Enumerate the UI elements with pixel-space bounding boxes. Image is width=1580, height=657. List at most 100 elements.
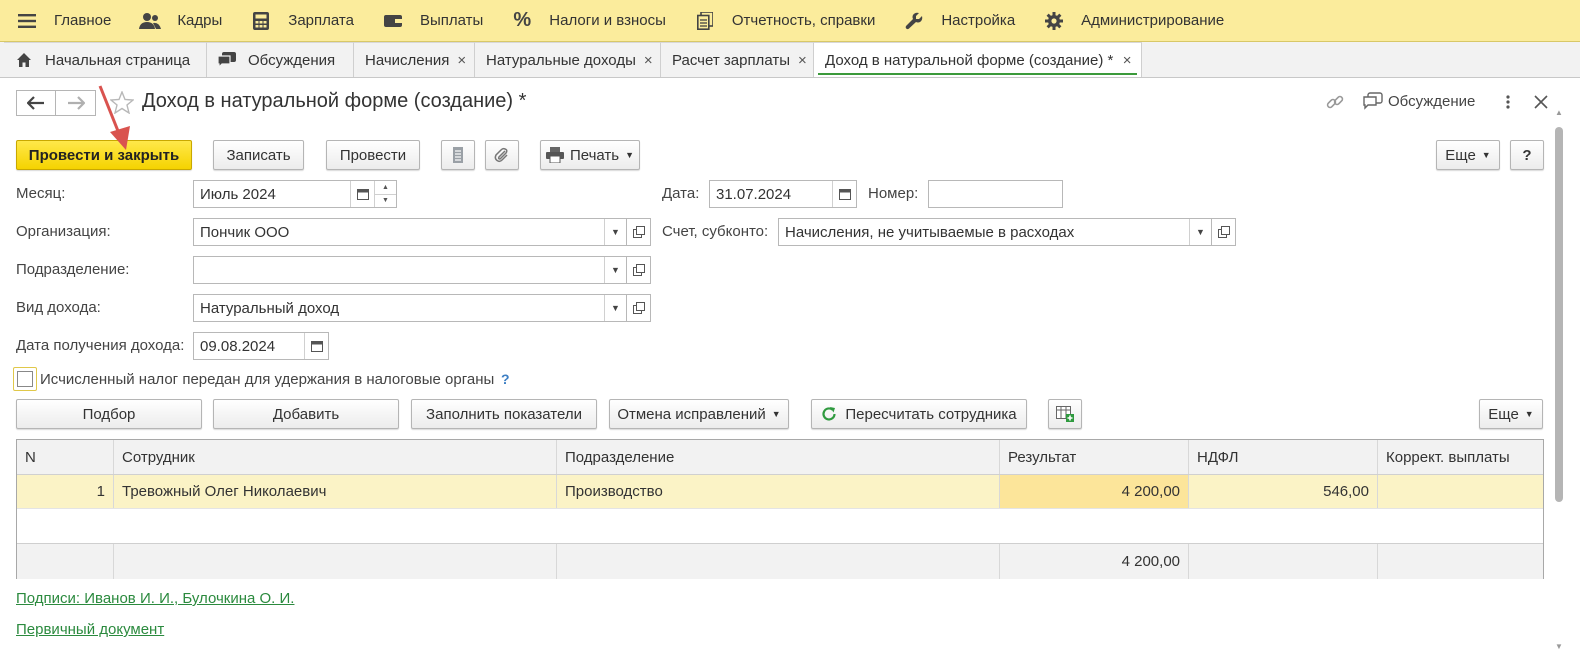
cell-n[interactable]: 1 (17, 475, 114, 508)
report-button[interactable] (441, 140, 475, 170)
attach-button[interactable] (485, 140, 519, 170)
dropdown-arrow-icon[interactable]: ▼ (604, 295, 626, 321)
footer-cell (557, 544, 1000, 579)
tab-natural-income-doc[interactable]: Доход в натуральной форме (создание) * × (814, 42, 1142, 77)
menu-item-salary[interactable]: Зарплата (236, 0, 368, 42)
month-value: Июль 2024 (200, 185, 276, 203)
department-label: Подразделение: (16, 261, 130, 278)
menu-item-label: Выплаты (419, 12, 484, 29)
open-icon (632, 302, 645, 314)
tab-natural-incomes[interactable]: Натуральные доходы × (475, 42, 661, 77)
tax-transferred-checkbox[interactable] (13, 367, 37, 391)
open-account-button[interactable] (1212, 218, 1236, 246)
cell-result[interactable]: 4 200,00 (1000, 475, 1189, 508)
menu-item-label: Кадры (177, 12, 223, 29)
tab-payroll[interactable]: Расчет зарплаты × (661, 42, 814, 77)
add-row-button[interactable]: Добавить (213, 399, 399, 429)
home-icon (15, 51, 33, 69)
more-vertical-icon[interactable] (1504, 94, 1512, 110)
menu-item-staff[interactable]: Кадры (125, 0, 236, 42)
scroll-up-icon[interactable]: ▲ (1552, 105, 1566, 119)
column-header-correction[interactable]: Коррект. выплаты (1378, 440, 1543, 474)
dropdown-arrow-icon[interactable]: ▼ (604, 219, 626, 245)
post-button[interactable]: Провести (326, 140, 420, 170)
column-header-employee[interactable]: Сотрудник (114, 440, 557, 474)
dropdown-arrow-icon: ▼ (1524, 409, 1534, 419)
close-icon[interactable]: × (1121, 52, 1133, 69)
arrow-left-icon (27, 96, 44, 110)
table-settings-button[interactable] (1048, 399, 1082, 429)
cancel-corrections-label: Отмена исправлений (617, 405, 766, 423)
open-income-type-button[interactable] (627, 294, 651, 322)
date-field[interactable]: 31.07.2024 (709, 180, 857, 208)
close-window-icon[interactable] (1534, 95, 1548, 109)
back-button[interactable] (16, 90, 56, 116)
cancel-corrections-button[interactable]: Отмена исправлений ▼ (609, 399, 789, 429)
column-header-department[interactable]: Подразделение (557, 440, 1000, 474)
footer-cell (114, 544, 557, 579)
discussion-link[interactable]: Обсуждение (1388, 93, 1475, 110)
table-row[interactable]: 1 Тревожный Олег Николаевич Производство… (17, 475, 1543, 509)
organization-label: Организация: (16, 223, 111, 240)
spin-down-icon[interactable]: ▼ (375, 195, 396, 208)
menu-item-admin[interactable]: Администрирование (1029, 0, 1238, 42)
open-icon (632, 226, 645, 238)
close-icon[interactable]: × (798, 52, 807, 69)
scroll-down-icon[interactable]: ▼ (1552, 639, 1566, 653)
open-department-button[interactable] (627, 256, 651, 284)
menu-item-reports[interactable]: Отчетность, справки (680, 0, 889, 42)
empty-cell (17, 509, 1543, 543)
tab-home[interactable]: Начальная страница (4, 42, 207, 77)
menu-item-settings[interactable]: Настройка (889, 0, 1029, 42)
number-field[interactable] (928, 180, 1063, 208)
column-header-n[interactable]: N (17, 440, 114, 474)
fill-indicators-button[interactable]: Заполнить показатели (411, 399, 597, 429)
footer-result-total: 4 200,00 (1000, 544, 1189, 579)
column-header-ndfl[interactable]: НДФЛ (1189, 440, 1378, 474)
cell-department[interactable]: Производство (557, 475, 1000, 508)
scrollbar-thumb[interactable] (1555, 127, 1563, 502)
month-stepper[interactable]: ▲ ▼ (374, 181, 396, 207)
account-field[interactable]: Начисления, не учитываемые в расходах ▼ (778, 218, 1212, 246)
calendar-icon[interactable] (304, 333, 328, 359)
more-button[interactable]: Еще ▼ (1436, 140, 1500, 170)
organization-field[interactable]: Пончик ООО ▼ (193, 218, 627, 246)
link-icon[interactable] (1326, 93, 1344, 111)
income-date-field[interactable]: 09.08.2024 (193, 332, 329, 360)
menu-item-taxes[interactable]: % Налоги и взносы (497, 0, 680, 42)
menu-item-payments[interactable]: Выплаты (368, 0, 497, 42)
date-label: Дата: (662, 185, 700, 202)
spin-up-icon[interactable]: ▲ (375, 181, 396, 195)
cell-ndfl[interactable]: 546,00 (1189, 475, 1378, 508)
vertical-scrollbar[interactable]: ▲ ▼ (1552, 105, 1566, 653)
save-button[interactable]: Записать (213, 140, 304, 170)
footer-cell (17, 544, 114, 579)
table-more-button[interactable]: Еще ▼ (1479, 399, 1543, 429)
department-field[interactable]: ▼ (193, 256, 627, 284)
help-question-icon[interactable]: ? (501, 371, 510, 387)
print-button[interactable]: Печать ▼ (540, 140, 640, 170)
cell-employee[interactable]: Тревожный Олег Николаевич (114, 475, 557, 508)
calendar-icon[interactable] (832, 181, 856, 207)
tab-discussions[interactable]: Обсуждения (207, 42, 354, 77)
close-icon[interactable]: × (644, 52, 653, 69)
open-organization-button[interactable] (627, 218, 651, 246)
calendar-icon[interactable] (350, 181, 374, 207)
month-field[interactable]: Июль 2024 ▲ ▼ (193, 180, 397, 208)
recalculate-employee-button[interactable]: Пересчитать сотрудника (811, 399, 1027, 429)
cell-correction[interactable] (1378, 475, 1543, 508)
dropdown-arrow-icon[interactable]: ▼ (604, 257, 626, 283)
income-type-field[interactable]: Натуральный доход ▼ (193, 294, 627, 322)
column-header-result[interactable]: Результат (1000, 440, 1189, 474)
signatures-link[interactable]: Подписи: Иванов И. И., Булочкина О. И. (16, 590, 294, 607)
more-label: Еще (1445, 146, 1476, 164)
close-icon[interactable]: × (457, 52, 466, 69)
select-button[interactable]: Подбор (16, 399, 202, 429)
menu-item-main[interactable]: Главное (0, 0, 125, 42)
dropdown-arrow-icon[interactable]: ▼ (1189, 219, 1211, 245)
help-button[interactable]: ? (1510, 140, 1544, 170)
open-icon (632, 264, 645, 276)
tab-accruals[interactable]: Начисления × (354, 42, 475, 77)
number-label: Номер: (868, 185, 919, 202)
primary-document-link[interactable]: Первичный документ (16, 621, 164, 638)
